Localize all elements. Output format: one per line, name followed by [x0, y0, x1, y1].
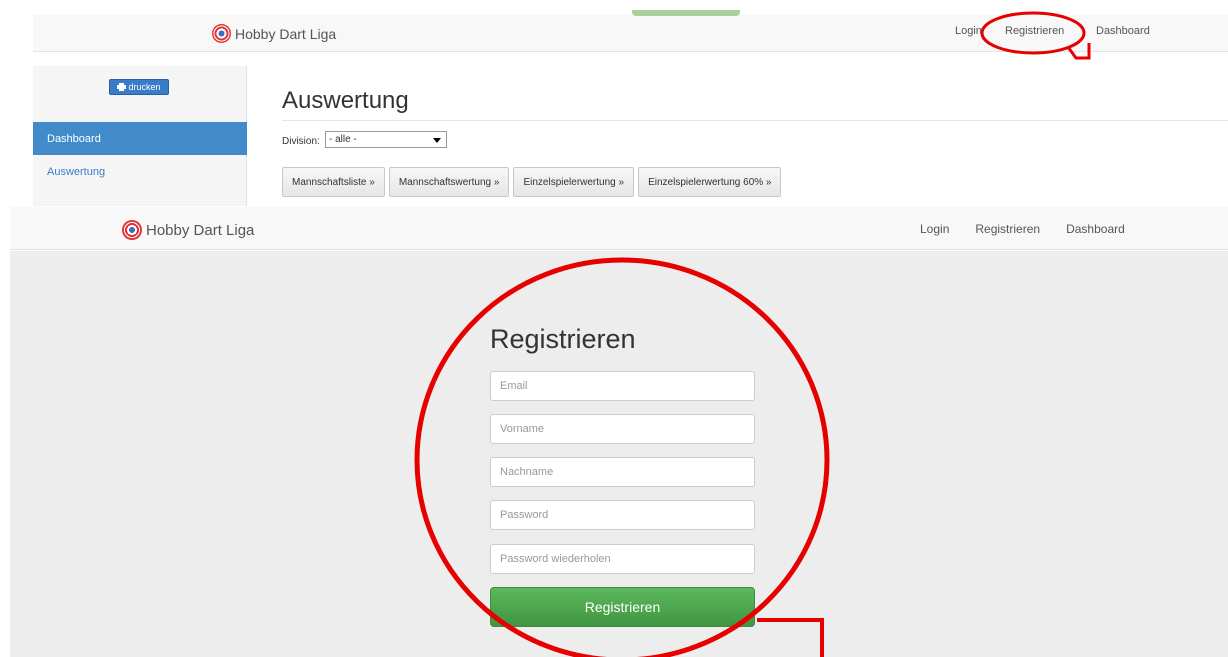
report-tabs: Mannschaftsliste » Mannschaftswertung » … — [282, 167, 782, 197]
sidebar-item-auswertung[interactable]: Auswertung — [47, 166, 105, 178]
sidebar-item-dashboard[interactable]: Dashboard — [33, 122, 247, 155]
division-select-value: - alle - — [329, 134, 357, 145]
tab-einzelspielerwertung-60[interactable]: Einzelspielerwertung 60% » — [638, 167, 782, 197]
password-repeat-field[interactable] — [490, 544, 755, 574]
top-nav-dashboard[interactable]: Dashboard — [1096, 25, 1150, 37]
reg-nav-links: Login Registrieren Dashboard — [920, 222, 1125, 236]
heading-divider — [282, 120, 1228, 121]
top-nav-links: Login Registrieren Dashboard — [955, 25, 1150, 37]
print-button-label: drucken — [128, 82, 161, 92]
top-nav-login[interactable]: Login — [955, 25, 986, 37]
top-brand[interactable]: Hobby Dart Liga — [212, 24, 336, 43]
division-label: Division: — [282, 136, 320, 147]
print-icon — [117, 83, 127, 91]
tab-einzelspielerwertung[interactable]: Einzelspielerwertung » — [513, 167, 635, 197]
tab-mannschaftsliste[interactable]: Mannschaftsliste » — [282, 167, 385, 197]
green-tab-indicator — [632, 10, 740, 16]
dart-logo-icon — [212, 24, 231, 43]
division-select[interactable]: - alle - — [325, 131, 447, 148]
nachname-field[interactable] — [490, 457, 755, 487]
top-nav-registrieren[interactable]: Registrieren — [1005, 25, 1075, 37]
reg-nav-dashboard[interactable]: Dashboard — [1066, 222, 1125, 236]
tab-mannschaftswertung[interactable]: Mannschaftswertung » — [388, 167, 510, 197]
reg-title: Registrieren — [490, 324, 636, 354]
vorname-field[interactable] — [490, 414, 755, 444]
email-field[interactable] — [490, 371, 755, 401]
page-title: Auswertung — [282, 87, 409, 114]
register-submit-button[interactable]: Registrieren — [490, 587, 755, 627]
password-field[interactable] — [490, 500, 755, 530]
print-button[interactable]: drucken — [109, 79, 169, 95]
reg-brand-label: Hobby Dart Liga — [146, 221, 255, 239]
reg-nav-login[interactable]: Login — [920, 222, 949, 236]
reg-nav-registrieren[interactable]: Registrieren — [975, 222, 1040, 236]
reg-brand[interactable]: Hobby Dart Liga — [122, 220, 254, 240]
top-brand-label: Hobby Dart Liga — [235, 25, 337, 42]
dart-logo-icon — [122, 220, 142, 240]
select-caret-icon — [433, 138, 441, 143]
